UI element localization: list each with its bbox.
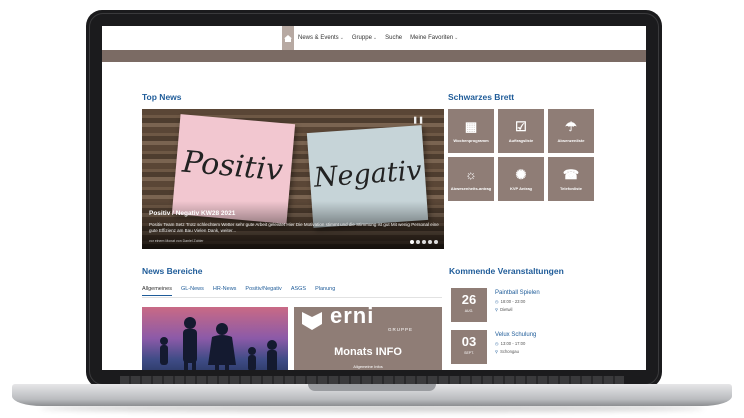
board-tile-label: Abwesenheits-antrag	[450, 185, 492, 191]
board-tile-checklist[interactable]: ☑ Auftragsliste	[498, 109, 544, 153]
pause-icon[interactable]: ❚❚	[412, 116, 424, 124]
monats-info-card[interactable]: erni GRUPPE Monats INFO Allgemeine Infos	[294, 303, 442, 370]
slide-dots	[410, 240, 438, 244]
event-date-badge: 03 SEPT.	[451, 330, 487, 364]
event-title[interactable]: Paintball Spielen	[495, 290, 540, 296]
tab-allgemeines[interactable]: Allgemeines	[142, 286, 172, 296]
laptop-notch	[308, 384, 436, 391]
tabs-divider	[142, 297, 442, 298]
calendar-icon: ▦	[464, 118, 478, 134]
board-tile-label: Auftragsliste	[508, 137, 534, 143]
card-brand-sub: GRUPPE	[388, 327, 414, 332]
events-heading: Kommende Veranstaltungen	[449, 266, 564, 276]
event-time-text: 13:00 - 17:00	[500, 341, 526, 346]
tab-asgs[interactable]: ASGS	[291, 286, 306, 296]
note-text: Negativ	[312, 155, 423, 194]
event-place: ⚲ Schongau	[495, 349, 536, 354]
chevron-down-icon: ⌄	[372, 35, 378, 41]
board-tile-label: KVP Antrag	[509, 185, 532, 191]
board-tile-label: Telefonliste	[560, 185, 582, 191]
event-item[interactable]: 26 AUG. Paintball Spielen ◷ 18:00 - 23:00…	[451, 288, 540, 322]
header-band	[102, 50, 646, 62]
location-pin-icon: ⚲	[495, 307, 499, 312]
board-tile-label: Wochenprogramm	[453, 137, 489, 143]
nav-item-suche[interactable]: Suche	[381, 35, 406, 41]
nav-item-label: Meine Favoriten	[410, 35, 454, 41]
top-news-heading: Top News	[142, 92, 182, 102]
phone-book-icon: ☎	[562, 166, 580, 182]
card-subtitle: Allgemeine Infos	[353, 364, 383, 369]
event-place-text: Schongau	[500, 349, 519, 354]
news-tabs: Allgemeines GL-News HR-News Positiv/Negativ…	[142, 286, 335, 296]
checklist-icon: ☑	[515, 118, 527, 134]
event-title[interactable]: Velux Schulung	[495, 332, 536, 338]
news-areas-heading: News Bereiche	[142, 266, 203, 276]
event-time: ◷ 13:00 - 17:00	[495, 341, 536, 346]
slide-dot[interactable]	[416, 240, 420, 244]
slide-text: Positiv Team Setz Trotz schlechtem Wette…	[149, 222, 439, 234]
event-date-badge: 26 AUG.	[451, 288, 487, 322]
slide-dot[interactable]	[434, 240, 438, 244]
chevron-down-icon: ⌄	[339, 35, 344, 41]
board-heading: Schwarzes Brett	[448, 92, 515, 102]
clock-icon: ◷	[495, 341, 499, 346]
tab-planung[interactable]: Planung	[315, 286, 335, 296]
board-tile-phone-book[interactable]: ☎ Telefonliste	[548, 157, 594, 201]
nav-item-news-events[interactable]: News & Events⌄	[294, 35, 348, 41]
news-slider[interactable]: Positiv Negativ ❚❚ Positiv / Negativ KW2…	[142, 109, 444, 249]
lightbulb-icon: ✺	[515, 166, 527, 182]
event-time-text: 18:00 - 23:00	[500, 299, 526, 304]
board-tile-calendar[interactable]: ▦ Wochenprogramm	[448, 109, 494, 153]
sun-icon: ☼	[465, 166, 477, 182]
card-brand: erni	[330, 303, 375, 328]
location-pin-icon: ⚲	[495, 349, 499, 354]
event-place: ⚲ Dietwil	[495, 307, 540, 312]
note-text: Positiv	[180, 144, 285, 189]
card-title: Monats INFO	[334, 346, 402, 358]
beach-icon: ☂	[565, 118, 577, 134]
tab-positiv-negativ[interactable]: Positiv/Negativ	[245, 286, 281, 296]
board-tile-lightbulb[interactable]: ✺ KVP Antrag	[498, 157, 544, 201]
erni-logo-icon	[302, 312, 322, 330]
slide-dot[interactable]	[422, 240, 426, 244]
event-month: SEPT.	[464, 351, 474, 355]
event-item[interactable]: 03 SEPT. Velux Schulung ◷ 13:00 - 17:00 ⚲…	[451, 330, 536, 364]
nav-item-label: Gruppe	[351, 35, 372, 41]
event-day: 26	[461, 292, 477, 307]
board-tiles: ▦ Wochenprogramm ☑ Auftragsliste ☂ Absenzenli…	[448, 109, 598, 201]
family-sunset-image[interactable]	[142, 307, 288, 370]
event-place-text: Dietwil	[500, 307, 513, 312]
board-tile-label: Absenzenliste	[557, 137, 585, 143]
nav-item-favoriten[interactable]: Meine Favoriten⌄	[406, 35, 462, 41]
event-info: Paintball Spielen ◷ 18:00 - 23:00 ⚲ Dietwi…	[495, 288, 540, 322]
home-icon[interactable]	[282, 26, 294, 50]
board-tile-sun[interactable]: ☼ Abwesenheits-antrag	[448, 157, 494, 201]
nav-item-gruppe[interactable]: Gruppe⌄	[348, 35, 381, 41]
tab-hr-news[interactable]: HR-News	[213, 286, 237, 296]
slide-dot[interactable]	[428, 240, 432, 244]
event-day: 03	[461, 334, 477, 349]
nav-item-label: Suche	[385, 35, 403, 41]
main-navigation: News & Events⌄ Gruppe⌄ Suche Meine Favor…	[282, 26, 462, 50]
tab-gl-news[interactable]: GL-News	[181, 286, 204, 296]
event-month: AUG.	[464, 309, 474, 313]
event-info: Velux Schulung ◷ 13:00 - 17:00 ⚲ Schongau	[495, 330, 536, 364]
clock-icon: ◷	[495, 299, 499, 304]
chevron-down-icon: ⌄	[454, 35, 459, 41]
slide-meta: vor einem Monat von Daniel Zobler	[149, 239, 204, 243]
intranet-screen: News & Events⌄ Gruppe⌄ Suche Meine Favor…	[102, 26, 646, 370]
slide-title[interactable]: Positiv / Negativ KW28 2021	[149, 210, 235, 217]
board-tile-beach[interactable]: ☂ Absenzenliste	[548, 109, 594, 153]
nav-item-label: News & Events	[298, 35, 339, 41]
event-time: ◷ 18:00 - 23:00	[495, 299, 540, 304]
slide-dot[interactable]	[410, 240, 414, 244]
